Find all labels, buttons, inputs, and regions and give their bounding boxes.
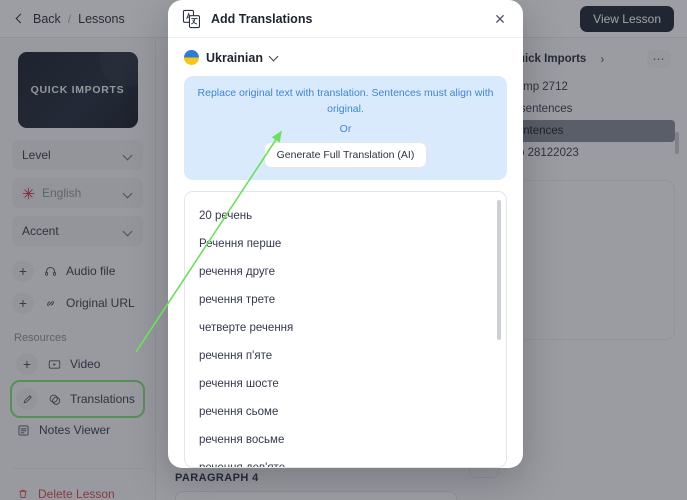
- list-item: Речення перше: [199, 237, 282, 250]
- add-translations-modal: Add Translations ✕ Ukrainian Replace ori…: [168, 0, 523, 468]
- translate-document-icon: [182, 9, 202, 29]
- modal-body: Ukrainian Replace original text with tra…: [168, 38, 523, 180]
- language-dropdown-label: Ukrainian: [206, 50, 263, 65]
- list-item: речення друге: [199, 265, 275, 278]
- modal-header: Add Translations ✕: [168, 0, 523, 39]
- close-icon[interactable]: ✕: [491, 10, 509, 28]
- list-item: речення сьоме: [199, 405, 279, 418]
- chevron-down-icon: [270, 53, 279, 62]
- translation-textarea[interactable]: 20 речень Речення перше речення друге ре…: [184, 190, 507, 468]
- translation-lines: 20 речень Речення перше речення друге ре…: [185, 192, 506, 468]
- generate-full-translation-button[interactable]: Generate Full Translation (AI): [263, 141, 428, 168]
- list-item: четверте речення: [199, 321, 294, 334]
- list-item: речення трете: [199, 293, 276, 306]
- language-dropdown[interactable]: Ukrainian: [184, 50, 507, 66]
- list-item: речення дев'яте: [199, 461, 286, 468]
- info-banner: Replace original text with translation. …: [184, 76, 507, 180]
- modal-title: Add Translations: [211, 11, 313, 26]
- list-item: 20 речень: [199, 209, 253, 222]
- ukraine-flag-icon: [184, 50, 199, 66]
- info-banner-or: Or: [339, 122, 352, 135]
- app-root: Back / Lessons View Lesson QUICK IMPORTS…: [0, 0, 687, 500]
- list-item: речення восьме: [199, 433, 285, 446]
- list-item: речення п'яте: [199, 349, 273, 362]
- info-banner-text: Replace original text with translation. …: [197, 87, 494, 116]
- list-item: речення шосте: [199, 377, 279, 390]
- translation-scrollbar[interactable]: [497, 199, 501, 340]
